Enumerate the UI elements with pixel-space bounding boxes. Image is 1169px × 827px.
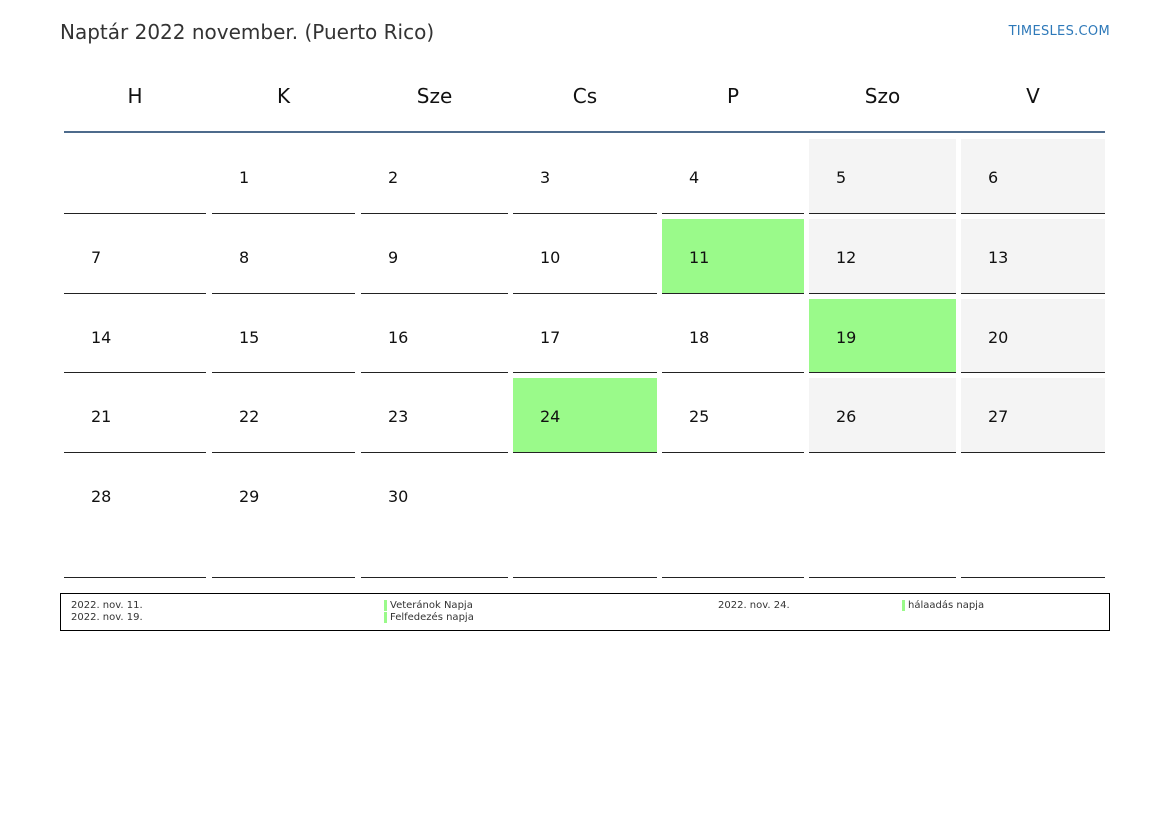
day-cell: 11: [662, 219, 804, 294]
day-number: 4: [689, 168, 700, 187]
day-number: 2: [388, 168, 399, 187]
day-number: 22: [239, 407, 260, 426]
day-number: 26: [836, 407, 857, 426]
day-number: 5: [836, 168, 847, 187]
holiday-color-swatch: [902, 600, 905, 611]
day-cell: 12: [809, 219, 956, 294]
holiday-color-swatch: [384, 600, 387, 611]
day-number: 21: [91, 407, 112, 426]
day-cell: 26: [809, 378, 956, 453]
empty-day-cell: [662, 458, 804, 578]
day-number: 25: [689, 407, 710, 426]
holiday-date: 2022. nov. 11.: [71, 600, 143, 611]
holiday-legend: 2022. nov. 11. Veteránok Napja 2022. nov…: [60, 593, 1110, 631]
holiday-name: Veteránok Napja: [384, 600, 473, 611]
weekday-label: V: [1026, 84, 1040, 108]
header-divider: [64, 131, 1105, 133]
holiday-date: 2022. nov. 24.: [718, 600, 790, 611]
day-number: 12: [836, 248, 857, 267]
day-number: 15: [239, 328, 260, 347]
day-cell: 7: [64, 219, 206, 294]
weekday-label: Sze: [416, 84, 453, 108]
day-cell: 21: [64, 378, 206, 453]
holiday-color-swatch: [384, 612, 387, 623]
empty-day-cell: [513, 458, 657, 578]
holiday-name-text: hálaadás napja: [908, 600, 985, 611]
day-number: 17: [540, 328, 561, 347]
day-cell: 2: [361, 139, 508, 214]
day-cell: 13: [961, 219, 1105, 294]
day-number: 10: [540, 248, 561, 267]
day-cell: 28: [64, 458, 206, 578]
holiday-name: Felfedezés napja: [384, 612, 474, 623]
day-cell: 14: [64, 299, 206, 373]
weekday-label: H: [127, 84, 143, 108]
weekday-label: P: [726, 84, 740, 108]
day-cell: 9: [361, 219, 508, 294]
day-number: 28: [91, 487, 112, 506]
day-cell: 30: [361, 458, 508, 578]
day-cell: 15: [212, 299, 355, 373]
day-cell: 22: [212, 378, 355, 453]
day-number: 23: [388, 407, 409, 426]
holiday-name-text: Veteránok Napja: [390, 600, 473, 611]
day-cell: 3: [513, 139, 657, 214]
day-cell: 29: [212, 458, 355, 578]
day-cell: 4: [662, 139, 804, 214]
holiday-date: 2022. nov. 19.: [71, 612, 143, 623]
day-cell: 10: [513, 219, 657, 294]
day-cell: 6: [961, 139, 1105, 214]
day-cell: 8: [212, 219, 355, 294]
day-number: 7: [91, 248, 102, 267]
day-cell: 27: [961, 378, 1105, 453]
holiday-name: hálaadás napja: [902, 600, 984, 611]
day-number: 3: [540, 168, 551, 187]
day-cell: 24: [513, 378, 657, 453]
day-cell: 23: [361, 378, 508, 453]
day-cell: 20: [961, 299, 1105, 373]
day-number: 27: [988, 407, 1009, 426]
day-cell: 16: [361, 299, 508, 373]
holiday-name-text: Felfedezés napja: [390, 612, 474, 623]
day-number: 13: [988, 248, 1009, 267]
day-cell: 18: [662, 299, 804, 373]
day-cell: 19: [809, 299, 956, 373]
day-number: 8: [239, 248, 250, 267]
weekday-header: H K Sze Cs P Szo V: [64, 84, 1105, 114]
day-number: 1: [239, 168, 250, 187]
empty-day-cell: [64, 139, 206, 214]
day-number: 9: [388, 248, 399, 267]
day-number: 6: [988, 168, 999, 187]
day-number: 24: [540, 407, 561, 426]
day-number: 11: [689, 248, 710, 267]
day-number: 16: [388, 328, 409, 347]
day-cell: 17: [513, 299, 657, 373]
day-cell: 1: [212, 139, 355, 214]
day-number: 30: [388, 487, 409, 506]
brand-link[interactable]: TIMESLES.COM: [1009, 24, 1110, 39]
weekday-label: K: [276, 84, 291, 108]
day-number: 19: [836, 328, 857, 347]
page-title: Naptár 2022 november. (Puerto Rico): [60, 20, 435, 44]
weekday-label: Szo: [864, 84, 901, 108]
day-number: 20: [988, 328, 1009, 347]
day-number: 18: [689, 328, 710, 347]
day-number: 14: [91, 328, 112, 347]
day-cell: 25: [662, 378, 804, 453]
weekday-label: Cs: [572, 84, 598, 108]
empty-day-cell: [961, 458, 1105, 578]
day-number: 29: [239, 487, 260, 506]
day-cell: 5: [809, 139, 956, 214]
empty-day-cell: [809, 458, 956, 578]
